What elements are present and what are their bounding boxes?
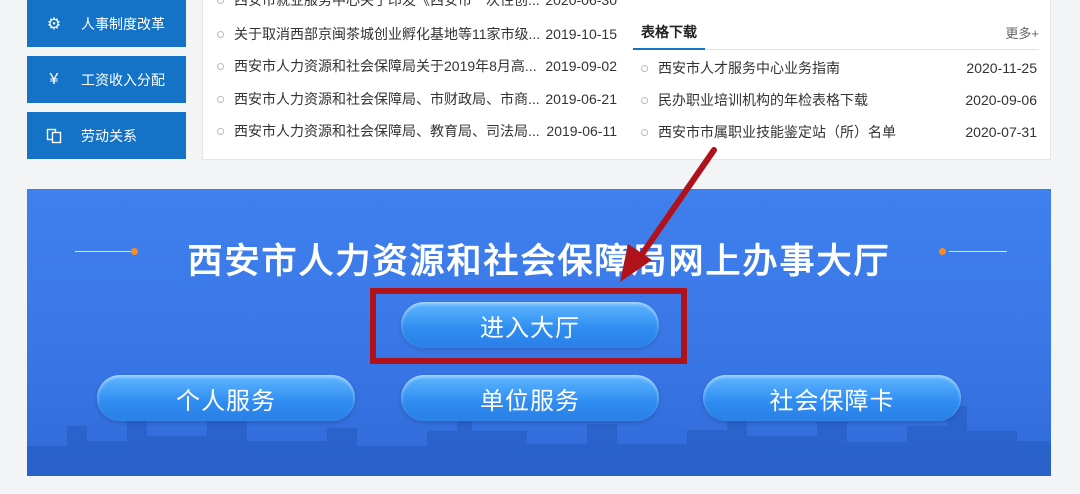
news-item[interactable]: 西安市就业服务中心关于印发《西安市一次性创... 2020-06-30 [217,0,617,10]
annotation-arrow-icon [620,147,717,282]
nav-item-hr-reform[interactable]: ⚙ 人事制度改革 [27,0,186,47]
tab-downloads[interactable]: 表格下载 [633,18,705,50]
bullet-icon [217,30,224,38]
nav-item-labor-relations[interactable]: 劳动关系 [27,112,186,159]
news-date: 2020-06-30 [545,0,617,8]
bullet-icon [641,96,648,104]
bullet-icon [641,64,648,72]
bullet-icon [217,62,224,70]
download-date: 2020-11-25 [966,60,1037,76]
personal-service-button[interactable]: 个人服务 [97,375,355,421]
unit-service-button[interactable]: 单位服务 [401,375,659,421]
news-item[interactable]: 关于取消西部京闽茶城创业孵化基地等11家市级... 2019-10-15 [217,24,617,44]
nav-item-wage-distribution[interactable]: ¥ 工资收入分配 [27,56,186,103]
download-item[interactable]: 西安市市属职业技能鉴定站（所）名单 2020-07-31 [641,122,1037,142]
news-item[interactable]: 西安市人力资源和社会保障局、市财政局、市商... 2019-06-21 [217,89,617,109]
news-date: 2019-09-02 [545,58,617,74]
nav-item-label: 工资收入分配 [81,71,165,88]
news-item[interactable]: 西安市人力资源和社会保障局、教育局、司法局... 2019-06-11 [217,121,617,141]
bullet-icon [217,95,224,103]
news-title: 西安市就业服务中心关于印发《西安市一次性创... [234,0,540,8]
bullet-icon [217,127,224,135]
news-title: 西安市人力资源和社会保障局关于2019年8月高... [234,58,537,74]
yen-icon: ¥ [49,70,59,88]
news-title: 关于取消西部京闽茶城创业孵化基地等11家市级... [234,26,541,42]
news-date: 2019-10-15 [545,26,617,42]
downloads-header: 表格下载 更多+ [633,18,1039,50]
news-date: 2019-06-21 [545,91,617,107]
download-date: 2020-09-06 [965,92,1037,108]
download-item[interactable]: 民办职业培训机构的年检表格下载 2020-09-06 [641,90,1037,110]
news-title: 西安市人力资源和社会保障局、教育局、司法局... [234,123,540,139]
download-title: 民办职业培训机构的年检表格下载 [658,92,868,108]
download-date: 2020-07-31 [965,124,1037,140]
news-panel: 西安市就业服务中心关于印发《西安市一次性创... 2020-06-30 关于取消… [202,0,1051,160]
download-title: 西安市人才服务中心业务指南 [658,60,840,76]
highlight-box [370,288,687,364]
document-icon [27,128,81,144]
news-date: 2019-06-11 [546,123,617,139]
download-title: 西安市市属职业技能鉴定站（所）名单 [658,124,896,140]
bullet-icon [217,0,224,4]
nav-item-label: 劳动关系 [81,127,137,144]
news-title: 西安市人力资源和社会保障局、市财政局、市商... [234,91,540,107]
nav-item-label: 人事制度改革 [81,15,165,32]
more-link[interactable]: 更多+ [1005,23,1039,42]
download-item[interactable]: 西安市人才服务中心业务指南 2020-11-25 [641,58,1037,78]
news-item[interactable]: 西安市人力资源和社会保障局关于2019年8月高... 2019-09-02 [217,56,617,76]
page: ⚙ 人事制度改革 ¥ 工资收入分配 劳动关系 西安市就业服务中心关于印发《西安市… [0,0,1080,494]
bullet-icon [641,128,648,136]
gear-icon: ⚙ [46,15,62,33]
banner-title: 西安市人力资源和社会保障局网上办事大厅 [187,242,891,281]
social-security-card-button[interactable]: 社会保障卡 [703,375,961,421]
